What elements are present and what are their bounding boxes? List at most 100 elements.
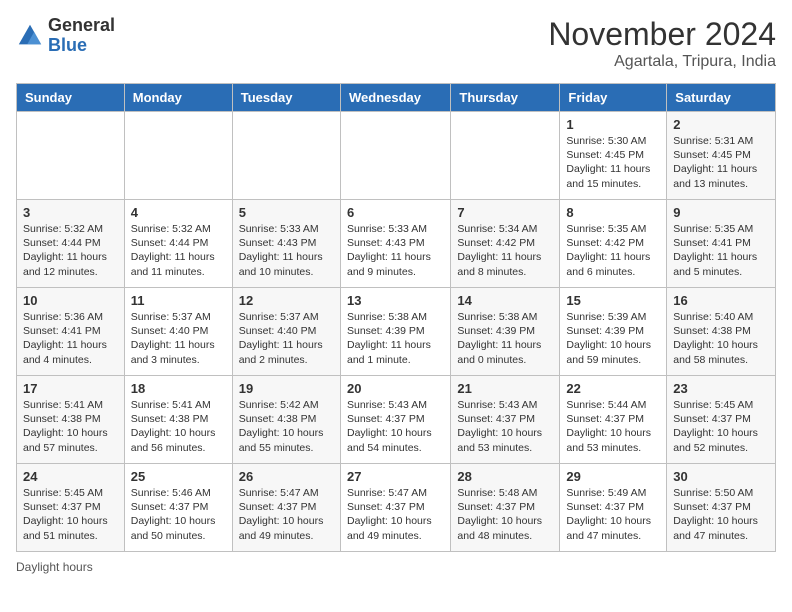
calendar-cell: 21 Sunrise: 5:43 AM Sunset: 4:37 PM Dayli… xyxy=(451,376,560,464)
calendar-day-header: Wednesday xyxy=(340,84,450,112)
calendar-week-row: 10 Sunrise: 5:36 AM Sunset: 4:41 PM Dayli… xyxy=(17,288,776,376)
calendar-day-header: Saturday xyxy=(667,84,776,112)
day-number: 20 xyxy=(347,381,444,396)
calendar-cell: 14Sunrise: 5:38 AM Sunset: 4:39 PM Dayli… xyxy=(451,288,560,376)
calendar-day-header: Monday xyxy=(124,84,232,112)
day-info: Sunrise: 5:48 AM Sunset: 4:37 PM Dayligh… xyxy=(457,486,553,543)
calendar-day-header: Thursday xyxy=(451,84,560,112)
calendar-cell: 20 Sunrise: 5:43 AM Sunset: 4:37 PM Dayli… xyxy=(340,376,450,464)
day-number: 23 xyxy=(673,381,769,396)
calendar-cell xyxy=(340,112,450,200)
day-number: 26 xyxy=(239,469,334,484)
calendar-cell: 3Sunrise: 5:32 AM Sunset: 4:44 PM Daylig… xyxy=(17,200,125,288)
calendar-cell: 29 Sunrise: 5:49 AM Sunset: 4:37 PM Dayli… xyxy=(560,464,667,552)
calendar-cell xyxy=(124,112,232,200)
day-info: Sunrise: 5:37 AM Sunset: 4:40 PM Dayligh… xyxy=(131,310,226,367)
calendar-week-row: 3Sunrise: 5:32 AM Sunset: 4:44 PM Daylig… xyxy=(17,200,776,288)
day-info: Sunrise: 5:45 AM Sunset: 4:37 PM Dayligh… xyxy=(23,486,118,543)
footer-note: Daylight hours xyxy=(16,560,776,574)
calendar-cell: 2 Sunrise: 5:31 AM Sunset: 4:45 PM Daylig… xyxy=(667,112,776,200)
day-number: 2 xyxy=(673,117,769,132)
day-info: Sunrise: 5:40 AM Sunset: 4:38 PM Dayligh… xyxy=(673,310,769,367)
calendar-cell xyxy=(451,112,560,200)
day-info: Sunrise: 5:45 AM Sunset: 4:37 PM Dayligh… xyxy=(673,398,769,455)
day-info: Sunrise: 5:33 AM Sunset: 4:43 PM Dayligh… xyxy=(347,222,444,279)
calendar-cell: 9Sunrise: 5:35 AM Sunset: 4:41 PM Daylig… xyxy=(667,200,776,288)
day-number: 21 xyxy=(457,381,553,396)
day-info: Sunrise: 5:43 AM Sunset: 4:37 PM Dayligh… xyxy=(457,398,553,455)
day-number: 29 xyxy=(566,469,660,484)
calendar-cell: 24 Sunrise: 5:45 AM Sunset: 4:37 PM Dayli… xyxy=(17,464,125,552)
logo: General Blue xyxy=(16,16,115,56)
calendar-cell: 17 Sunrise: 5:41 AM Sunset: 4:38 PM Dayli… xyxy=(17,376,125,464)
day-number: 6 xyxy=(347,205,444,220)
calendar-cell: 8Sunrise: 5:35 AM Sunset: 4:42 PM Daylig… xyxy=(560,200,667,288)
day-number: 16 xyxy=(673,293,769,308)
day-number: 19 xyxy=(239,381,334,396)
calendar-cell: 19Sunrise: 5:42 AM Sunset: 4:38 PM Dayli… xyxy=(232,376,340,464)
calendar-day-header: Sunday xyxy=(17,84,125,112)
calendar-table: SundayMondayTuesdayWednesdayThursdayFrid… xyxy=(16,83,776,552)
day-info: Sunrise: 5:32 AM Sunset: 4:44 PM Dayligh… xyxy=(131,222,226,279)
calendar-cell: 22Sunrise: 5:44 AM Sunset: 4:37 PM Dayli… xyxy=(560,376,667,464)
day-info: Sunrise: 5:33 AM Sunset: 4:43 PM Dayligh… xyxy=(239,222,334,279)
day-info: Sunrise: 5:30 AM Sunset: 4:45 PM Dayligh… xyxy=(566,134,660,191)
calendar-cell: 23 Sunrise: 5:45 AM Sunset: 4:37 PM Dayli… xyxy=(667,376,776,464)
day-number: 8 xyxy=(566,205,660,220)
day-number: 30 xyxy=(673,469,769,484)
calendar-week-row: 17 Sunrise: 5:41 AM Sunset: 4:38 PM Dayli… xyxy=(17,376,776,464)
calendar-cell: 28Sunrise: 5:48 AM Sunset: 4:37 PM Dayli… xyxy=(451,464,560,552)
day-info: Sunrise: 5:47 AM Sunset: 4:37 PM Dayligh… xyxy=(347,486,444,543)
calendar-cell: 30 Sunrise: 5:50 AM Sunset: 4:37 PM Dayli… xyxy=(667,464,776,552)
calendar-cell: 5 Sunrise: 5:33 AM Sunset: 4:43 PM Daylig… xyxy=(232,200,340,288)
day-info: Sunrise: 5:39 AM Sunset: 4:39 PM Dayligh… xyxy=(566,310,660,367)
logo-icon xyxy=(16,22,44,50)
day-info: Sunrise: 5:41 AM Sunset: 4:38 PM Dayligh… xyxy=(23,398,118,455)
day-info: Sunrise: 5:49 AM Sunset: 4:37 PM Dayligh… xyxy=(566,486,660,543)
calendar-cell: 1 Sunrise: 5:30 AM Sunset: 4:45 PM Daylig… xyxy=(560,112,667,200)
day-number: 5 xyxy=(239,205,334,220)
day-info: Sunrise: 5:41 AM Sunset: 4:38 PM Dayligh… xyxy=(131,398,226,455)
day-number: 24 xyxy=(23,469,118,484)
day-number: 25 xyxy=(131,469,226,484)
logo-general-text: General xyxy=(48,16,115,36)
day-number: 17 xyxy=(23,381,118,396)
calendar-cell: 13Sunrise: 5:38 AM Sunset: 4:39 PM Dayli… xyxy=(340,288,450,376)
calendar-week-row: 1 Sunrise: 5:30 AM Sunset: 4:45 PM Daylig… xyxy=(17,112,776,200)
day-number: 7 xyxy=(457,205,553,220)
calendar-cell: 4 Sunrise: 5:32 AM Sunset: 4:44 PM Daylig… xyxy=(124,200,232,288)
logo-blue-text: Blue xyxy=(48,36,115,56)
calendar-cell xyxy=(17,112,125,200)
calendar-cell: 16 Sunrise: 5:40 AM Sunset: 4:38 PM Dayli… xyxy=(667,288,776,376)
day-info: Sunrise: 5:43 AM Sunset: 4:37 PM Dayligh… xyxy=(347,398,444,455)
calendar-cell: 18Sunrise: 5:41 AM Sunset: 4:38 PM Dayli… xyxy=(124,376,232,464)
day-number: 11 xyxy=(131,293,226,308)
day-info: Sunrise: 5:32 AM Sunset: 4:44 PM Dayligh… xyxy=(23,222,118,279)
day-info: Sunrise: 5:31 AM Sunset: 4:45 PM Dayligh… xyxy=(673,134,769,191)
calendar-cell: 10 Sunrise: 5:36 AM Sunset: 4:41 PM Dayli… xyxy=(17,288,125,376)
day-number: 27 xyxy=(347,469,444,484)
calendar-day-header: Friday xyxy=(560,84,667,112)
calendar-cell: 11 Sunrise: 5:37 AM Sunset: 4:40 PM Dayli… xyxy=(124,288,232,376)
calendar-day-header: Tuesday xyxy=(232,84,340,112)
day-number: 15 xyxy=(566,293,660,308)
day-number: 1 xyxy=(566,117,660,132)
day-info: Sunrise: 5:37 AM Sunset: 4:40 PM Dayligh… xyxy=(239,310,334,367)
page-header: General Blue November 2024 Agartala, Tri… xyxy=(16,16,776,71)
calendar-header-row: SundayMondayTuesdayWednesdayThursdayFrid… xyxy=(17,84,776,112)
day-info: Sunrise: 5:34 AM Sunset: 4:42 PM Dayligh… xyxy=(457,222,553,279)
month-title: November 2024 xyxy=(548,16,776,53)
day-number: 9 xyxy=(673,205,769,220)
day-number: 4 xyxy=(131,205,226,220)
calendar-cell: 26Sunrise: 5:47 AM Sunset: 4:37 PM Dayli… xyxy=(232,464,340,552)
day-info: Sunrise: 5:36 AM Sunset: 4:41 PM Dayligh… xyxy=(23,310,118,367)
day-info: Sunrise: 5:38 AM Sunset: 4:39 PM Dayligh… xyxy=(457,310,553,367)
day-number: 10 xyxy=(23,293,118,308)
calendar-week-row: 24 Sunrise: 5:45 AM Sunset: 4:37 PM Dayli… xyxy=(17,464,776,552)
calendar-cell: 15 Sunrise: 5:39 AM Sunset: 4:39 PM Dayli… xyxy=(560,288,667,376)
calendar-cell xyxy=(232,112,340,200)
day-info: Sunrise: 5:50 AM Sunset: 4:37 PM Dayligh… xyxy=(673,486,769,543)
title-block: November 2024 Agartala, Tripura, India xyxy=(548,16,776,71)
calendar-cell: 27 Sunrise: 5:47 AM Sunset: 4:37 PM Dayli… xyxy=(340,464,450,552)
day-number: 13 xyxy=(347,293,444,308)
